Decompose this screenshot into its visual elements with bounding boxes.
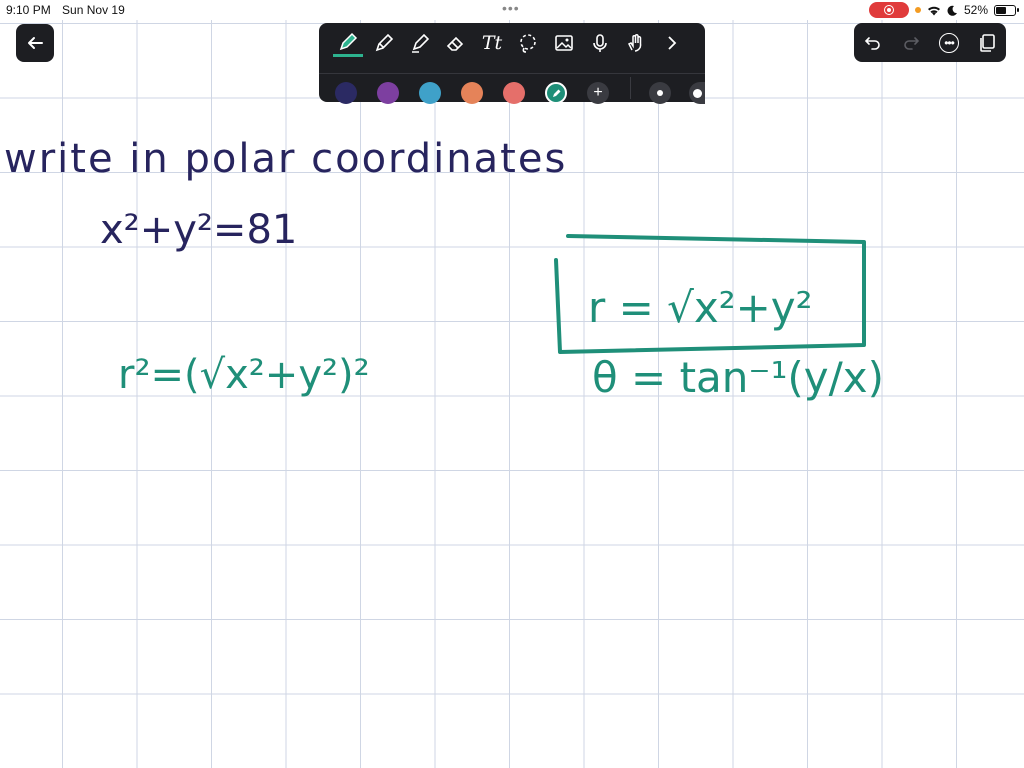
right-toolbar: •••: [854, 23, 1006, 62]
redo-button[interactable]: [898, 30, 924, 56]
pen-tool-button[interactable]: [333, 29, 363, 57]
more-options-button[interactable]: •••: [936, 30, 962, 56]
stroke-size-small[interactable]: [649, 82, 671, 104]
status-time: 9:10 PM: [6, 3, 51, 17]
title-text: write in polar coordinates: [4, 136, 567, 182]
tool-palette: Tt +: [319, 23, 705, 104]
battery-percent: 52%: [963, 3, 988, 17]
mic-indicator-icon: [914, 7, 921, 13]
text-tool-button[interactable]: Tt: [477, 29, 507, 57]
redo-icon: [904, 36, 920, 50]
chevron-right-icon: [668, 36, 677, 50]
image-icon: [555, 35, 573, 51]
status-left: 9:10 PM Sun Nov 19: [6, 3, 133, 17]
back-button[interactable]: [16, 24, 54, 62]
microphone-icon: [593, 34, 607, 52]
pen-icon: [339, 32, 358, 50]
swatch-blue[interactable]: [419, 82, 441, 104]
handwriting-title: write in polar coordinates: [4, 136, 567, 182]
hand-icon: [627, 34, 642, 52]
more-icon: •••: [939, 32, 959, 53]
swatch-salmon[interactable]: [503, 82, 525, 104]
theta-formula-text: θ = tan⁻¹(y/x): [592, 353, 884, 402]
pencil-tool-button[interactable]: [369, 29, 399, 57]
lasso-tool-button[interactable]: [513, 29, 543, 57]
equation-text: x²+y²=81: [100, 207, 297, 253]
wifi-icon: [927, 6, 940, 15]
swatch-orange[interactable]: [461, 82, 483, 104]
boxed-formula: r = √x²+y²: [554, 234, 866, 354]
swatch-purple[interactable]: [377, 82, 399, 104]
theta-formula: θ = tan⁻¹(y/x): [592, 353, 884, 402]
hand-tool-button[interactable]: [621, 29, 651, 57]
handwriting-substitution: r²=(√x²+y²)²: [118, 352, 370, 398]
status-bar: 9:10 PM Sun Nov 19 ••• 52%: [0, 0, 1024, 20]
pages-icon: [980, 33, 995, 52]
handwriting-equation: x²+y²=81: [100, 207, 297, 253]
arrow-left-icon: [28, 37, 43, 49]
boxed-formula-text: r = √x²+y²: [588, 283, 813, 332]
moon-icon: [947, 5, 957, 16]
substitution-text: r²=(√x²+y²)²: [118, 352, 370, 398]
highlighter-tool-button[interactable]: [405, 29, 435, 57]
image-tool-button[interactable]: [549, 29, 579, 57]
status-date: Sun Nov 19: [62, 3, 125, 17]
pages-button[interactable]: [974, 30, 1000, 56]
edit-color-icon: [552, 89, 560, 97]
eraser-icon: [446, 36, 464, 51]
undo-icon: [864, 36, 880, 50]
more-tools-button[interactable]: [657, 29, 687, 57]
palette-divider: [319, 73, 705, 74]
eraser-tool-button[interactable]: [441, 29, 471, 57]
stroke-size-medium[interactable]: [689, 82, 705, 104]
color-swatches: +: [335, 82, 609, 104]
swatch-teal-selected[interactable]: [545, 82, 567, 104]
pencil-icon: [375, 33, 394, 52]
battery-icon: [994, 4, 1019, 16]
add-color-button[interactable]: +: [587, 82, 609, 104]
status-right: 52%: [868, 2, 1019, 18]
swatch-navy[interactable]: [335, 82, 357, 104]
screen-record-icon[interactable]: [868, 2, 909, 18]
text-icon: Tt: [481, 32, 503, 54]
multitasking-dots-icon[interactable]: •••: [502, 0, 520, 16]
lasso-icon: [520, 34, 536, 53]
undo-button[interactable]: [860, 30, 886, 56]
highlighter-icon: [412, 33, 430, 53]
note-canvas[interactable]: write in polar coordinates x²+y²=81 r²=(…: [0, 0, 1024, 768]
tool-row: Tt: [333, 29, 687, 57]
record-audio-button[interactable]: [585, 29, 615, 57]
size-divider: [630, 77, 631, 99]
